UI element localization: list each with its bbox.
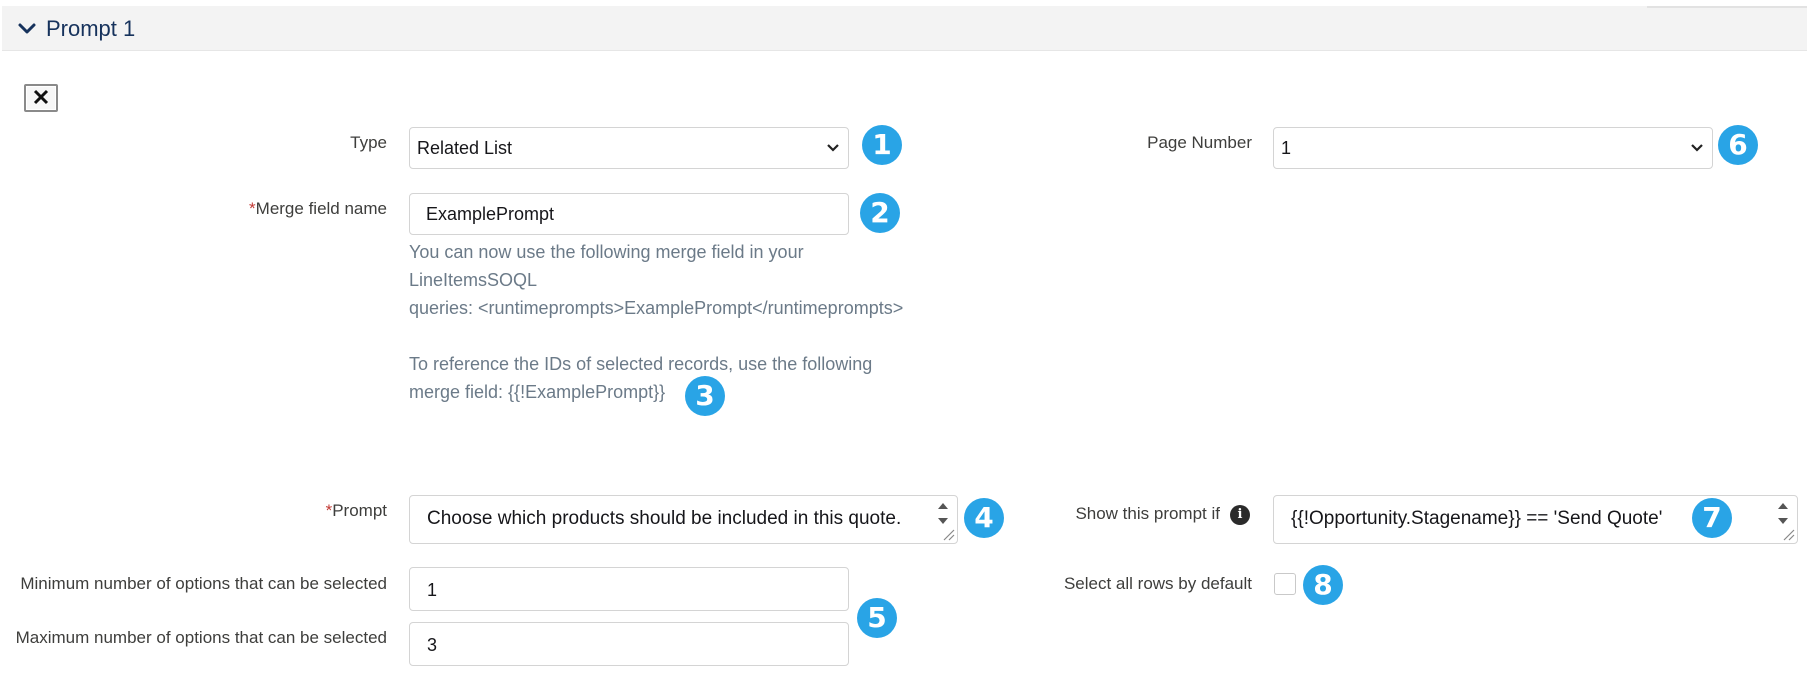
close-icon — [33, 89, 49, 105]
resize-handle-icon[interactable] — [1781, 527, 1795, 541]
chevron-down-icon — [1691, 144, 1703, 152]
callout-badge-6: 6 — [1718, 125, 1758, 165]
select-all-checkbox[interactable] — [1274, 573, 1296, 595]
section-title: Prompt 1 — [46, 16, 136, 41]
merge-field-input[interactable]: ExamplePrompt — [409, 193, 849, 235]
show-if-value: {{!Opportunity.Stagename}} == 'Send Quot… — [1291, 508, 1663, 529]
callout-badge-7: 7 — [1692, 498, 1732, 538]
merge-field-value: ExamplePrompt — [426, 204, 555, 224]
header-divider — [1647, 6, 1807, 8]
prompt-textarea[interactable]: Choose which products should be included… — [409, 495, 958, 544]
prompt-label-text: Prompt — [332, 501, 387, 520]
min-options-label: Minimum number of options that can be se… — [20, 574, 387, 593]
page-number-select[interactable]: 1 — [1273, 127, 1713, 169]
callout-badge-8: 8 — [1303, 565, 1343, 605]
select-all-label: Select all rows by default — [1063, 574, 1252, 593]
type-select-value: Related List — [417, 138, 513, 158]
max-options-value: 3 — [427, 635, 438, 655]
help-text-line-1: You can now use the following merge fiel… — [409, 242, 804, 262]
max-options-input[interactable]: 3 — [409, 622, 849, 666]
callout-badge-2: 2 — [860, 193, 900, 233]
max-options-label: Maximum number of options that can be se… — [15, 628, 387, 647]
merge-field-label-text: Merge field name — [255, 199, 387, 218]
type-select[interactable]: Related List — [409, 127, 849, 169]
callout-badge-3: 3 — [685, 376, 725, 416]
prompt-value: Choose which products should be included… — [427, 508, 902, 529]
min-options-value: 1 — [427, 580, 438, 600]
min-options-input[interactable]: 1 — [409, 567, 849, 611]
prompt-label: *Prompt — [326, 501, 387, 521]
type-label: Type — [350, 133, 387, 152]
resize-handle-icon[interactable] — [941, 527, 955, 541]
help-text-line-3: queries: <runtimeprompts>ExamplePrompt</… — [409, 298, 904, 318]
merge-field-label: *Merge field name — [249, 199, 387, 219]
page-number-select-value: 1 — [1281, 138, 1292, 158]
chevron-down-icon — [827, 144, 839, 152]
info-icon[interactable]: i — [1230, 505, 1250, 525]
close-button[interactable] — [24, 84, 58, 112]
show-if-label: Show this prompt if — [1075, 504, 1220, 523]
help-text-line-2: LineItemsSOQL — [409, 270, 538, 290]
callout-badge-4: 4 — [964, 498, 1004, 538]
help-text-line-5: merge field: {{!ExamplePrompt}} — [409, 382, 666, 402]
help-text-line-4: To reference the IDs of selected records… — [409, 354, 873, 374]
callout-badge-5: 5 — [857, 598, 897, 638]
required-marker: * — [249, 199, 256, 218]
chevron-down-icon[interactable] — [16, 18, 38, 40]
section-header[interactable]: Prompt 1 — [2, 6, 1807, 51]
page-number-label: Page Number — [1147, 133, 1252, 152]
callout-badge-1: 1 — [862, 125, 902, 165]
